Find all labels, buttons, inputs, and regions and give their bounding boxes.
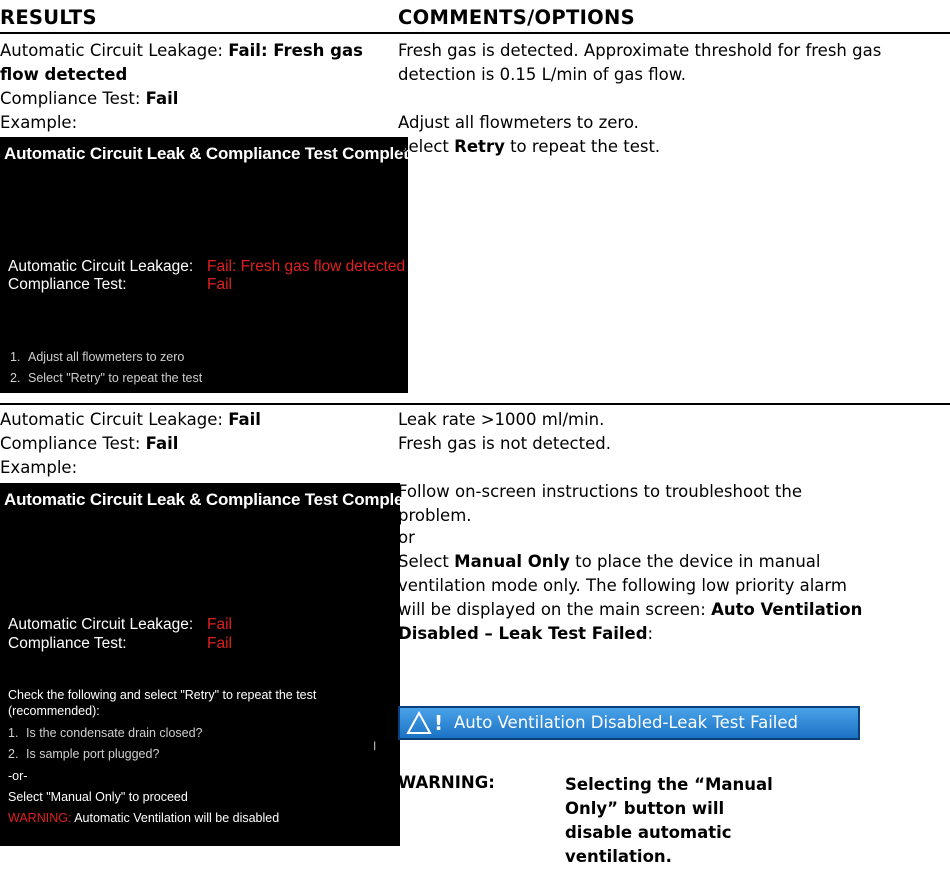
row1-comment-3: Select Retry to repeat the test. (398, 137, 661, 156)
row1-comment-1b: detection is 0.15 L/min of gas flow. (398, 65, 686, 84)
row1-example-screenshot: Automatic Circuit Leak & Compliance Test… (0, 137, 418, 393)
row1-comment-2: Adjust all flowmeters to zero. (398, 113, 639, 132)
screen-warning-line: WARNING: Automatic Ventilation will be d… (8, 811, 280, 825)
row2-comment-line-c: will be displayed on the main screen: Au… (398, 600, 863, 619)
screen-compliance-value: Fail (207, 276, 232, 293)
table-header: RESULTS COMMENTS/OPTIONS (0, 0, 950, 32)
screen-check-line-2: (recommended): (8, 704, 100, 718)
screen-step-2: 2. Select "Retry" to repeat the test (10, 371, 203, 385)
row1-comment-1a: Fresh gas is detected. Approximate thres… (398, 41, 882, 60)
row2-comment-or: or (398, 528, 415, 547)
row2-comment-follow-b: problem. (398, 506, 472, 525)
row2-example-screenshot: Automatic Circuit Leak & Compliance Test… (0, 483, 418, 846)
row-divider (0, 403, 950, 405)
screen-check-line-1: Check the following and select "Retry" t… (8, 688, 317, 702)
row2-comment-select: Select Manual Only to place the device i… (398, 552, 821, 571)
header-rule (0, 32, 950, 34)
row2-comment-follow-a: Follow on-screen instructions to trouble… (398, 482, 802, 501)
row2-comment-leak-rate: Leak rate >1000 ml/min. (398, 410, 605, 429)
screen-leak-label: Automatic Circuit Leakage: (8, 258, 194, 275)
screen-title: Automatic Circuit Leak & Compliance Test… (4, 144, 419, 163)
row1-example-label: Example: (0, 113, 78, 132)
screen-step-1: 1. Is the condensate drain closed? (8, 726, 203, 740)
screen-or: -or- (8, 769, 28, 783)
row1-leak-result: Automatic Circuit Leakage: Fail: Fresh g… (0, 41, 363, 60)
screen-compliance-label: Compliance Test: (8, 276, 127, 293)
row2-comment-line-b: ventilation mode only. The following low… (398, 576, 847, 595)
alarm-exclamation: ! (434, 711, 444, 735)
row1-compliance-result: Compliance Test: Fail (0, 89, 179, 108)
row2-comment-line-d: Disabled – Leak Test Failed: (398, 624, 654, 643)
screen-leak-label: Automatic Circuit Leakage: (8, 616, 194, 633)
warning-triangle-icon (406, 711, 432, 734)
row2-leak-result: Automatic Circuit Leakage: Fail (0, 410, 261, 429)
text-cursor-icon: I (373, 739, 377, 753)
screen-step-1: 1. Adjust all flowmeters to zero (10, 350, 185, 364)
row2-example-label: Example: (0, 458, 78, 477)
screen-leak-value: Fail: Fresh gas flow detected (207, 258, 406, 275)
screen-manual-line: Select "Manual Only" to proceed (8, 790, 188, 804)
alarm-banner: ! Auto Ventilation Disabled-Leak Test Fa… (398, 706, 860, 740)
screen-compliance-label: Compliance Test: (8, 635, 127, 652)
row1-leak-result-cont: flow detected (0, 65, 128, 84)
row2-compliance-result: Compliance Test: Fail (0, 434, 179, 453)
screen-compliance-value: Fail (207, 635, 232, 652)
results-heading: RESULTS (0, 6, 97, 29)
comments-heading: COMMENTS/OPTIONS (398, 6, 635, 29)
screen-title: Automatic Circuit Leak & Compliance Test… (4, 490, 419, 509)
warning-text: Selecting the “Manual Only” button will … (565, 775, 773, 866)
alarm-message: Auto Ventilation Disabled-Leak Test Fail… (454, 713, 798, 732)
row2-comment-fresh-gas: Fresh gas is not detected. (398, 434, 611, 453)
screen-step-2: 2. Is sample port plugged? (8, 747, 160, 761)
warning-label: WARNING: (398, 773, 495, 792)
screen-leak-value: Fail (207, 616, 232, 633)
